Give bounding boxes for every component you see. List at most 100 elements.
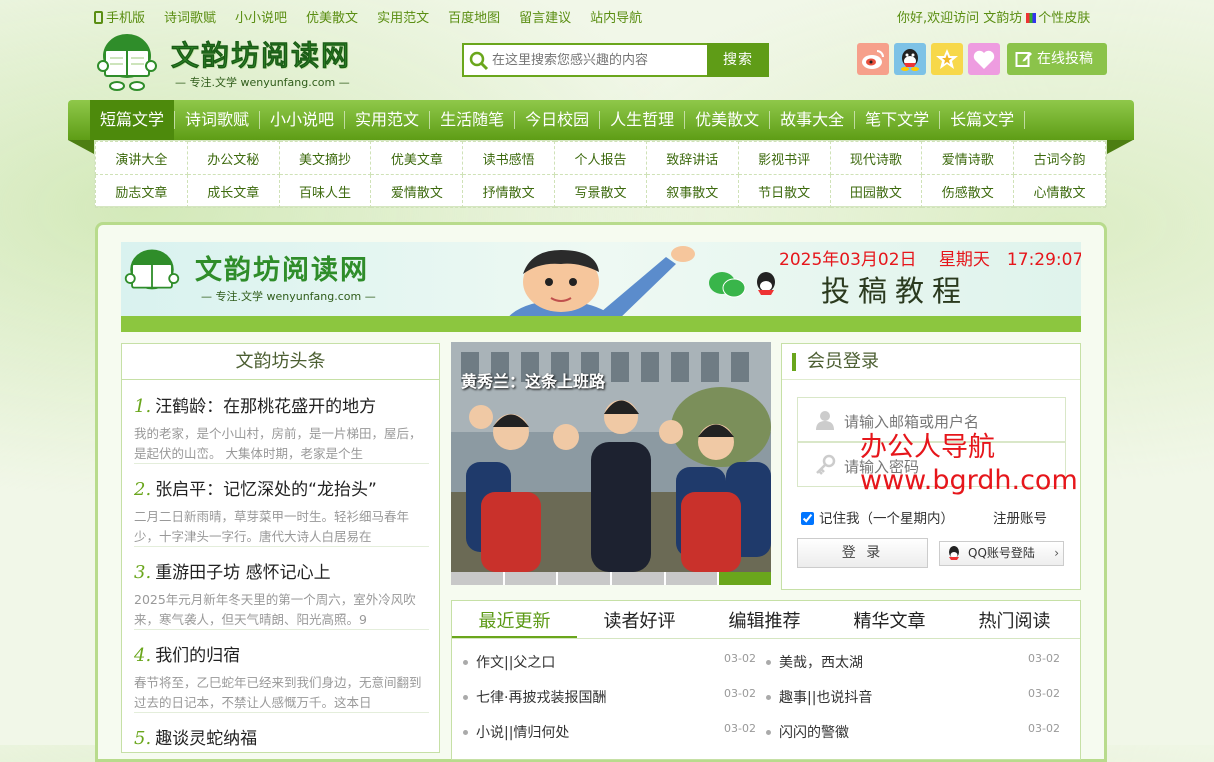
subnav-link[interactable]: 影视书评 bbox=[737, 141, 831, 175]
skin-link[interactable]: 个性皮肤 bbox=[1038, 11, 1090, 26]
slider-dot[interactable] bbox=[558, 572, 611, 585]
subnav-link[interactable]: 读书感悟 bbox=[462, 141, 556, 175]
headline-title[interactable]: 趣谈灵蛇纳福 bbox=[155, 729, 257, 749]
top-link[interactable]: 小小说吧 bbox=[235, 7, 287, 26]
subnav-link[interactable]: 现代诗歌 bbox=[829, 141, 923, 175]
key-icon bbox=[816, 454, 836, 475]
subnav-link[interactable]: 节日散文 bbox=[737, 174, 831, 208]
nav-item[interactable]: 实用范文 bbox=[345, 100, 429, 140]
slider-dot[interactable] bbox=[504, 572, 557, 585]
subnav-link[interactable]: 心情散文 bbox=[1013, 174, 1106, 208]
top-link[interactable]: 百度地图 bbox=[448, 7, 500, 26]
subnav-link[interactable]: 伤感散文 bbox=[921, 174, 1015, 208]
subnav-link[interactable]: 致辞讲话 bbox=[645, 141, 739, 175]
nav-item[interactable]: 生活随笔 bbox=[430, 100, 514, 140]
top-link[interactable]: 诗词歌赋 bbox=[164, 7, 216, 26]
tab-recent[interactable]: 最近更新 bbox=[452, 601, 577, 638]
slider-dot[interactable] bbox=[665, 572, 718, 585]
nav-item[interactable]: 小小说吧 bbox=[260, 100, 344, 140]
login-title: 会员登录 bbox=[782, 344, 1080, 380]
subnav-link[interactable]: 百味人生 bbox=[278, 174, 372, 208]
article-date: 03-02 bbox=[724, 652, 756, 665]
subnav-link[interactable]: 办公文秘 bbox=[186, 141, 280, 175]
top-link[interactable]: 实用范文 bbox=[377, 7, 429, 26]
article-link[interactable]: 小说||情归何处 bbox=[462, 722, 569, 742]
star-icon[interactable] bbox=[931, 43, 963, 75]
nav-item[interactable]: 长篇文学 bbox=[940, 100, 1024, 140]
headline-title[interactable]: 重游田子坊 感怀记心上 bbox=[155, 563, 330, 583]
heart-icon[interactable] bbox=[968, 43, 1000, 75]
top-link[interactable]: 站内导航 bbox=[590, 7, 642, 26]
nav-item[interactable]: 今日校园 bbox=[515, 100, 599, 140]
nav-item[interactable]: 人生哲理 bbox=[600, 100, 684, 140]
headline-title[interactable]: 张启平：记忆深处的“龙抬头” bbox=[155, 480, 377, 500]
subnav-link[interactable]: 抒情散文 bbox=[462, 174, 556, 208]
login-button[interactable]: 登 录 bbox=[797, 538, 928, 568]
top-link[interactable]: 优美散文 bbox=[306, 7, 358, 26]
banner-logo-title: 文韵坊阅读网 bbox=[195, 255, 369, 286]
article-date: 03-02 bbox=[724, 722, 756, 735]
tab-popular[interactable]: 热门阅读 bbox=[952, 601, 1077, 638]
article-link[interactable]: 七律·再披戎装报国酬 bbox=[462, 687, 606, 707]
watermark-url: www.bgrdh.com bbox=[860, 465, 1078, 496]
register-link[interactable]: 注册账号 bbox=[993, 507, 1047, 527]
remember-checkbox[interactable] bbox=[801, 512, 814, 525]
slider-dot[interactable] bbox=[451, 572, 503, 585]
tab-featured[interactable]: 精华文章 bbox=[827, 601, 952, 638]
search-input[interactable] bbox=[492, 50, 707, 70]
nav-item[interactable]: 笔下文学 bbox=[855, 100, 939, 140]
submit-article-button[interactable]: 在线投稿 bbox=[1007, 43, 1107, 75]
subnav-link[interactable]: 古词今韵 bbox=[1013, 141, 1106, 175]
headline-desc: 春节将至，乙巳蛇年已经来到我们身边，无意间翻到过去的日记本，不禁让人感慨万千。这… bbox=[134, 673, 429, 713]
promo-banner[interactable]: 文韵坊阅读网 — 专注.文学 wenyunfang.com — 2025年03月… bbox=[121, 242, 1081, 332]
subnav-link[interactable]: 成长文章 bbox=[186, 174, 280, 208]
subnav-link[interactable]: 爱情散文 bbox=[370, 174, 464, 208]
top-link-mobile[interactable]: 手机版 bbox=[94, 7, 145, 26]
subnav-link[interactable]: 个人报告 bbox=[554, 141, 647, 175]
subnav-link[interactable]: 励志文章 bbox=[95, 174, 188, 208]
nav-item-short-literature[interactable]: 短篇文学 bbox=[90, 100, 175, 140]
search-icon bbox=[469, 51, 489, 71]
headline-item[interactable]: 4. 我们的归宿 春节将至，乙巳蛇年已经来到我们身边，无意间翻到过去的日记本，不禁… bbox=[134, 641, 429, 713]
tab-reader-favorites[interactable]: 读者好评 bbox=[577, 601, 702, 638]
logo-slogan: — 专注.文学 wenyunfang.com — bbox=[175, 76, 350, 89]
tab-editor-picks[interactable]: 编辑推荐 bbox=[702, 601, 827, 638]
article-link[interactable]: 趣事||也说抖音 bbox=[765, 687, 872, 707]
article-date: 03-02 bbox=[724, 687, 756, 700]
article-link[interactable]: 闪闪的警徽 bbox=[766, 722, 849, 742]
article-link[interactable]: 美哉，西太湖 bbox=[766, 652, 863, 672]
subnav-link[interactable]: 爱情诗歌 bbox=[921, 141, 1015, 175]
weibo-icon[interactable] bbox=[857, 43, 889, 75]
headline-title[interactable]: 汪鹤龄：在那桃花盛开的地方 bbox=[155, 397, 376, 417]
article-tabs: 最近更新 读者好评 编辑推荐 精华文章 热门阅读 作文||父之口 03-02 七… bbox=[451, 600, 1081, 760]
slider-dot[interactable] bbox=[612, 572, 664, 585]
top-link[interactable]: 留言建议 bbox=[519, 7, 571, 26]
nav-item[interactable]: 优美散文 bbox=[685, 100, 769, 140]
headlines-title: 文韵坊头条 bbox=[122, 344, 439, 380]
subnav-link[interactable]: 写景散文 bbox=[554, 174, 647, 208]
subnav-link[interactable]: 演讲大全 bbox=[95, 141, 188, 175]
subnav-link[interactable]: 叙事散文 bbox=[645, 174, 739, 208]
remember-me[interactable]: 记住我（一个星期内） bbox=[801, 507, 954, 527]
qq-login-button[interactable]: QQ账号登陆 › bbox=[939, 541, 1064, 566]
slide-caption: 黄秀兰：这条上班路 bbox=[461, 372, 606, 391]
headlines-panel: 文韵坊头条 1. 汪鹤龄：在那桃花盛开的地方 我的老家，是个小山村，房前，是一片梯… bbox=[121, 343, 440, 753]
subnav-link[interactable]: 田园散文 bbox=[829, 174, 923, 208]
watermark-title: 办公人导航 bbox=[860, 432, 995, 463]
article-link[interactable]: 作文||父之口 bbox=[462, 652, 555, 672]
image-slider[interactable]: 黄秀兰：这条上班路 bbox=[451, 342, 771, 585]
nav-item[interactable]: 故事大全 bbox=[770, 100, 854, 140]
site-logo[interactable]: 文韵坊阅读网 — 专注.文学 wenyunfang.com — bbox=[95, 30, 385, 94]
subnav-link[interactable]: 美文摘抄 bbox=[278, 141, 372, 175]
search-button[interactable]: 搜索 bbox=[707, 43, 769, 77]
headline-item[interactable]: 5. 趣谈灵蛇纳福 bbox=[134, 724, 429, 749]
qq-icon[interactable] bbox=[894, 43, 926, 75]
headline-item[interactable]: 2. 张启平：记忆深处的“龙抬头” 二月二日新雨晴，草芽菜甲一时生。轻衫细马春年少… bbox=[134, 475, 429, 547]
slider-dot-active[interactable] bbox=[719, 572, 771, 585]
nav-item[interactable]: 诗词歌赋 bbox=[175, 100, 259, 140]
subnav-link[interactable]: 优美文章 bbox=[370, 141, 464, 175]
headline-title[interactable]: 我们的归宿 bbox=[155, 646, 240, 666]
banner-datetime: 2025年03月02日 星期天 17:29:07 bbox=[779, 250, 1081, 270]
headline-item[interactable]: 1. 汪鹤龄：在那桃花盛开的地方 我的老家，是个小山村，房前，是一片梯田，屋后，是… bbox=[134, 392, 429, 464]
headline-item[interactable]: 3. 重游田子坊 感怀记心上 2025年元月新年冬天里的第一个周六，室外冷风吹来，… bbox=[134, 558, 429, 630]
